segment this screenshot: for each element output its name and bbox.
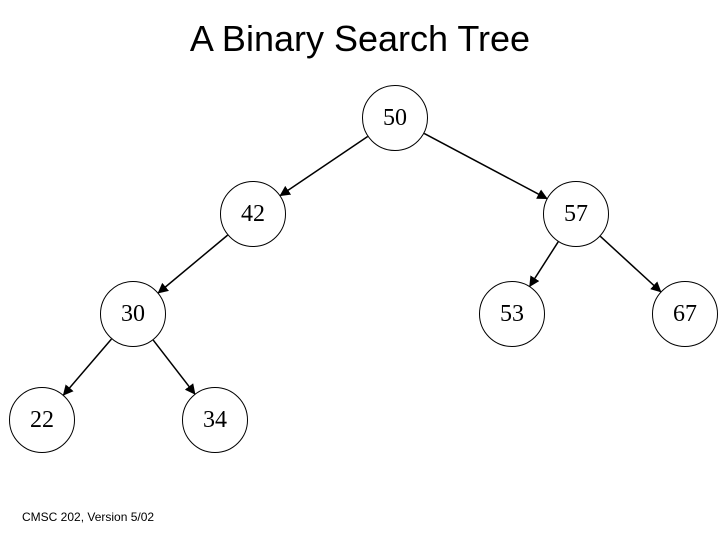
tree-edges	[0, 0, 720, 540]
page-title: A Binary Search Tree	[0, 18, 720, 60]
footer-text: CMSC 202, Version 5/02	[22, 510, 154, 524]
tree-node-50: 50	[362, 85, 428, 151]
tree-node-22: 22	[9, 387, 75, 453]
tree-node-57: 57	[543, 181, 609, 247]
edge-50-42	[280, 136, 367, 195]
edge-42-30	[158, 235, 227, 293]
edge-57-67	[600, 236, 660, 291]
edge-57-53	[530, 242, 558, 286]
tree-node-30: 30	[100, 281, 166, 347]
tree-node-53: 53	[479, 281, 545, 347]
edge-50-57	[424, 133, 547, 198]
edge-30-22	[63, 339, 111, 395]
tree-node-42: 42	[220, 181, 286, 247]
edge-30-34	[153, 340, 195, 394]
tree-node-34: 34	[182, 387, 248, 453]
tree-node-67: 67	[652, 281, 718, 347]
